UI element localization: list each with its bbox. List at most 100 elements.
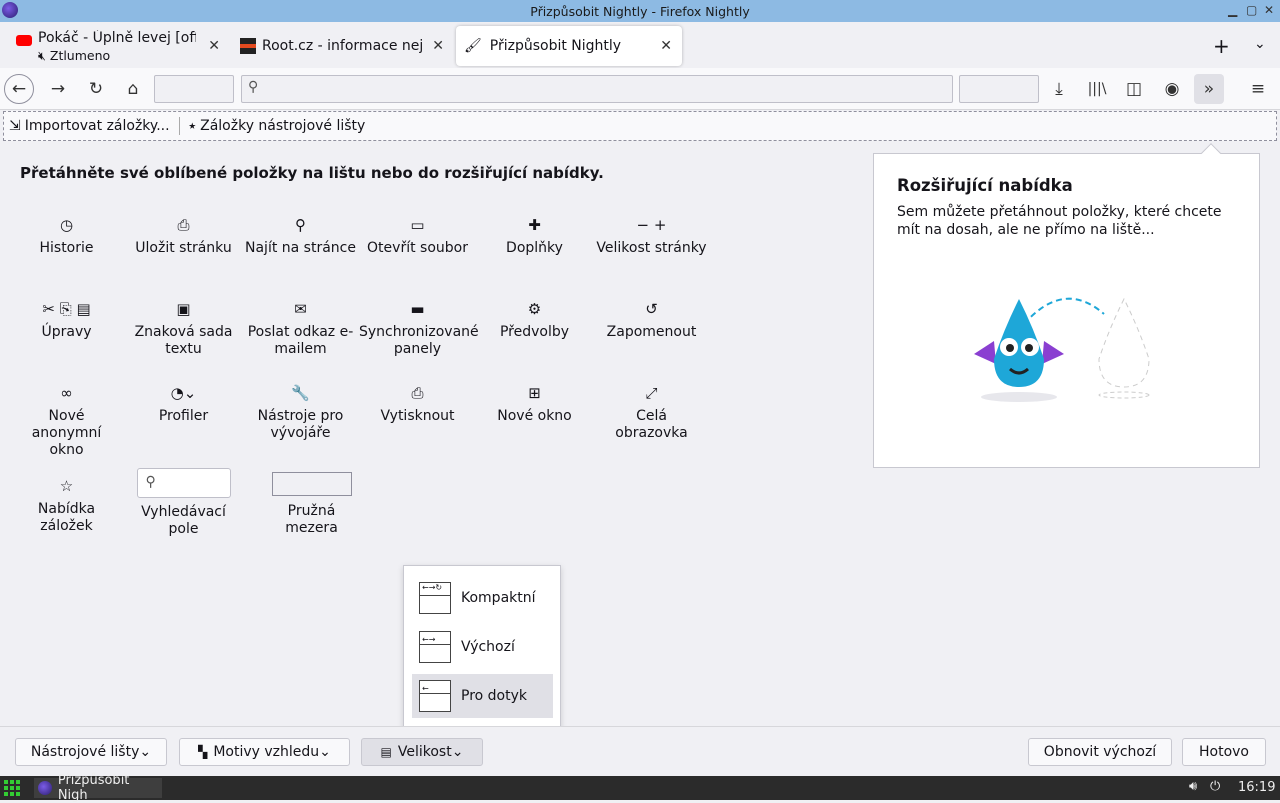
palette-item-label: Zapomenout — [606, 324, 697, 340]
list-tabs-icon[interactable]: ⌄ — [1254, 36, 1266, 52]
bookmarks-toolbar-button[interactable]: ⭑ Záložky nástrojové lišty — [184, 114, 371, 138]
themes-button[interactable]: ▚ Motivy vzhledu ⌄ — [179, 738, 350, 766]
palette-item-save-page[interactable]: ⎙ Uložit stránku — [125, 214, 242, 257]
palette-item-label: Úpravy — [41, 324, 92, 340]
density-popup: ←→↻ Kompaktní ←→ Výchozí ← Pro dotyk — [403, 565, 561, 737]
bookmark-star-icon: ⭑ — [188, 118, 197, 134]
profiler-icon: ◔⌄ — [170, 384, 197, 402]
palette-item-zoom[interactable]: − + Velikost stránky — [593, 214, 710, 257]
window-title: Přizpůsobit Nightly - Firefox Nightly — [530, 3, 750, 19]
density-label: Velikost — [397, 744, 452, 760]
url-bar[interactable]: ⚲ — [241, 75, 953, 103]
save-page-icon: ⎙ — [177, 216, 190, 234]
palette-item-label: Předvolby — [499, 324, 570, 340]
separator — [178, 117, 180, 135]
zoom-icon: − + — [636, 216, 667, 234]
palette-item-addons[interactable]: ✚ Doplňky — [476, 214, 593, 257]
maximize-icon[interactable]: ▢ — [1246, 3, 1257, 17]
tab-title: Root.cz - informace nejen — [262, 38, 422, 54]
theme-icon: ▚ — [198, 745, 208, 759]
app-menu-icon[interactable] — [4, 780, 20, 796]
nav-bar: ← → ↻ ⌂ ⚲ ⤓ |||\ ◫ ◉ » ≡ — [0, 68, 1280, 110]
import-bookmarks-button[interactable]: ⇲ Importovat záložky... — [4, 114, 175, 138]
palette-item-charset[interactable]: ▣ Znaková sada textu — [125, 298, 242, 358]
palette-item-bookmarks-menu[interactable]: ☆ Nabídka záložek — [8, 475, 125, 535]
home-icon[interactable]: ⌂ — [118, 74, 148, 104]
palette-item-profiler[interactable]: ◔⌄ Profiler — [125, 382, 242, 425]
palette-item-label: Znaková sada textu — [134, 324, 233, 357]
palette-item-history[interactable]: ◷ Historie — [8, 214, 125, 257]
restore-label: Obnovit výchozí — [1043, 744, 1157, 760]
tab-customize[interactable]: 🖌︎ Přizpůsobit Nightly ✕ — [456, 26, 682, 66]
forward-icon[interactable]: → — [43, 74, 73, 104]
density-option-default[interactable]: ←→ Výchozí — [412, 625, 553, 669]
palette-item-preferences[interactable]: ⚙ Předvolby — [476, 298, 593, 341]
taskbar-window-button[interactable]: Přizpůsobit Nigh — [34, 773, 162, 803]
restore-defaults-button[interactable]: Obnovit výchozí — [1028, 738, 1172, 766]
gear-icon: ⚙ — [527, 300, 542, 318]
new-tab-icon[interactable]: + — [1213, 34, 1230, 58]
palette-item-fullscreen[interactable]: ⤢ Celá obrazovka — [593, 382, 710, 442]
palette-item-forget[interactable]: ↺ Zapomenout — [593, 298, 710, 341]
palette-item-label: Celá obrazovka — [615, 408, 688, 441]
close-tab-icon[interactable]: ✕ — [208, 38, 220, 54]
menu-icon[interactable]: ≡ — [1243, 74, 1273, 104]
flexible-space-right — [959, 75, 1039, 103]
taskbar: Přizpůsobit Nigh 🔊︎ ⏻ 16:19 — [0, 773, 1280, 803]
density-option-touch[interactable]: ← Pro dotyk — [412, 674, 553, 718]
search-icon: ⚲ — [145, 474, 156, 490]
private-mask-icon: ∞ — [60, 384, 73, 402]
palette-item-email-link[interactable]: ✉ Poslat odkaz e-mailem — [242, 298, 359, 358]
palette-item-search-box[interactable]: ⚲ Vyhledávací pole — [125, 468, 242, 538]
tab-root[interactable]: Root.cz - informace nejen ✕ — [232, 26, 454, 66]
import-bookmarks-label: Importovat záložky... — [24, 118, 170, 134]
close-tab-icon[interactable]: ✕ — [432, 38, 444, 54]
overflow-chevron-icon[interactable]: » — [1194, 74, 1224, 104]
palette-item-label: Nabídka záložek — [37, 501, 96, 534]
done-button[interactable]: Hotovo — [1182, 738, 1266, 766]
chevron-down-icon: ⌄ — [139, 744, 152, 760]
tab-pokac[interactable]: Pokáč - Úplně levej [offi 🔇︎ Ztlumeno ✕ — [8, 26, 230, 66]
density-option-label: Kompaktní — [461, 590, 536, 606]
palette-item-open-file[interactable]: ▭ Otevřít soubor — [359, 214, 476, 257]
firefox-logo-icon — [2, 2, 18, 18]
palette-item-label: Velikost stránky — [596, 240, 707, 256]
close-tab-icon[interactable]: ✕ — [660, 38, 672, 54]
customize-area: Přetáhněte své oblíbené položky na lištu… — [0, 142, 1280, 737]
toolbars-label: Nástrojové lišty — [30, 744, 140, 760]
window-titlebar: Přizpůsobit Nightly - Firefox Nightly ▁ … — [0, 0, 1280, 22]
palette-item-label: Nové okno — [497, 408, 572, 424]
library-icon[interactable]: |||\ — [1082, 74, 1112, 104]
density-option-compact[interactable]: ←→↻ Kompaktní — [412, 576, 553, 620]
density-option-label: Pro dotyk — [461, 688, 527, 704]
palette-item-synced-tabs[interactable]: ▬ Synchronizované panely — [359, 298, 479, 358]
downloads-icon[interactable]: ⤓ — [1044, 74, 1074, 104]
palette-item-label: Pružná mezera — [285, 503, 338, 536]
minimize-icon[interactable]: ▁ — [1228, 3, 1237, 17]
palette-item-label: Uložit stránku — [135, 240, 232, 256]
sidebar-icon[interactable]: ◫ — [1119, 74, 1149, 104]
palette-item-private-window[interactable]: ∞ Nové anonymní okno — [8, 382, 125, 459]
paintbrush-icon: 🖌︎ — [464, 38, 482, 54]
palette-item-print[interactable]: ⎙ Vytisknout — [359, 382, 476, 425]
history-icon: ◷ — [59, 216, 74, 234]
close-window-icon[interactable]: ✕ — [1264, 3, 1274, 17]
palette-item-find[interactable]: ⚲ Najít na stránce — [242, 214, 359, 257]
print-icon: ⎙ — [411, 384, 424, 402]
toolbars-button[interactable]: Nástrojové lišty ⌄ — [15, 738, 167, 766]
chevron-down-icon: ⌄ — [319, 744, 331, 760]
density-button[interactable]: ▤ Velikost ⌄ — [361, 738, 483, 766]
palette-item-devtools[interactable]: 🔧 Nástroje pro vývojáře — [242, 382, 359, 442]
search-box-preview: ⚲ — [136, 468, 231, 498]
palette-item-new-window[interactable]: ⊞ Nové okno — [476, 382, 593, 425]
tab-bar: Pokáč - Úplně levej [offi 🔇︎ Ztlumeno ✕ … — [0, 22, 1280, 68]
palette-item-edit[interactable]: ✂ ⎘ ▤ Úpravy — [8, 298, 125, 341]
overflow-title: Rozšiřující nabídka — [897, 176, 1073, 195]
back-icon[interactable]: ← — [4, 74, 34, 104]
account-icon[interactable]: ◉ — [1157, 74, 1187, 104]
power-icon[interactable]: ⏻ — [1210, 779, 1220, 794]
volume-icon[interactable]: 🔊︎ — [1189, 779, 1197, 794]
find-icon: ⚲ — [295, 216, 306, 234]
palette-item-flexible-space[interactable]: Pružná mezera — [253, 472, 370, 537]
reload-icon[interactable]: ↻ — [81, 74, 111, 104]
